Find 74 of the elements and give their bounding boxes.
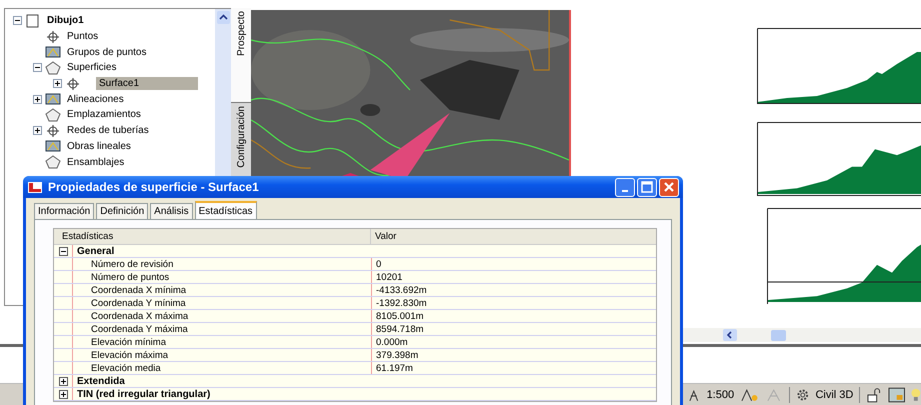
tree-item-icon <box>25 14 41 28</box>
tree-item[interactable]: Emplazamientos <box>64 108 144 122</box>
tree-item-icon <box>45 45 61 60</box>
expand-toggle[interactable] <box>53 79 62 88</box>
tree-item[interactable]: Dibujo1 <box>44 14 87 28</box>
tab[interactable]: Definición <box>96 203 148 219</box>
property-name: Número de revisión <box>90 258 174 270</box>
property-name: Elevación máxima <box>90 350 170 360</box>
minimize-icon <box>622 190 628 192</box>
property-name: Elevación media <box>90 362 162 374</box>
property-value: 8594.718m <box>371 323 656 335</box>
tree-item-icon <box>65 76 81 91</box>
tab[interactable]: Análisis <box>150 203 193 219</box>
group-toggle[interactable] <box>58 390 68 398</box>
close-icon <box>663 181 675 193</box>
scroll-thumb[interactable] <box>771 330 786 340</box>
tree-item-icon <box>45 60 61 75</box>
property-name: Número de puntos <box>90 272 170 282</box>
scrollbar[interactable] <box>683 328 921 342</box>
property-value: 0.000m <box>371 336 656 348</box>
close-button[interactable] <box>659 178 679 196</box>
group-label[interactable]: General <box>73 246 114 256</box>
expand-toggle[interactable] <box>33 94 42 104</box>
property-name: Coordenada X máxima <box>90 310 190 322</box>
expand-toggle[interactable] <box>33 126 42 136</box>
tree-item[interactable]: Surface1 <box>96 77 198 90</box>
property-name: Elevación mínima <box>90 336 167 348</box>
property-value: 10201 <box>371 271 656 283</box>
tree-item[interactable]: Puntos <box>64 30 102 44</box>
group-toggle[interactable] <box>58 246 68 256</box>
property-name: Coordenada Y máxima <box>90 324 189 334</box>
tree-item-icon <box>45 30 61 44</box>
lock-icon[interactable] <box>866 386 882 402</box>
expand-toggle[interactable] <box>33 63 42 72</box>
tree-item-icon <box>45 124 61 138</box>
tree-item[interactable]: Grupos de puntos <box>64 46 150 59</box>
bulb-icon[interactable] <box>911 386 921 402</box>
property-value: 379.398m <box>371 349 656 361</box>
annotation-scale[interactable]: 1:500 <box>706 388 734 400</box>
tree-item[interactable]: Alineaciones <box>64 92 127 106</box>
window-lock-icon[interactable] <box>888 386 906 402</box>
property-value: -1392.830m <box>371 297 656 309</box>
scroll-up-icon[interactable] <box>216 11 230 24</box>
property-value: 61.197m <box>371 362 656 374</box>
tree-item[interactable]: Obras lineales <box>64 140 134 153</box>
property-value: 0 <box>371 258 656 270</box>
tree-item[interactable]: Superficies <box>64 61 120 74</box>
tab[interactable]: Estadísticas <box>194 201 257 219</box>
column-header[interactable]: Valor <box>370 229 656 244</box>
annotation-icon[interactable] <box>740 386 760 402</box>
property-value: -4133.692m <box>371 284 656 296</box>
workspace-label[interactable]: Civil 3D <box>815 388 854 400</box>
expand-toggle[interactable] <box>13 16 22 26</box>
app-icon <box>27 180 43 194</box>
group-label[interactable]: Extendida <box>73 376 125 386</box>
tree-item-icon <box>45 155 61 170</box>
property-name: Coordenada X mínima <box>90 284 188 296</box>
column-header[interactable]: Estadísticas <box>54 231 370 242</box>
maximize-button[interactable] <box>637 178 657 196</box>
side-tab[interactable]: Prospecto <box>231 8 251 103</box>
property-name: Coordenada Y mínima <box>90 298 187 308</box>
gear-icon[interactable] <box>796 388 810 402</box>
tree-item-icon <box>45 108 61 122</box>
maximize-icon <box>641 181 653 193</box>
group-label[interactable]: TIN (red irregular triangular) <box>73 388 210 400</box>
tree-item[interactable]: Ensamblajes <box>64 156 128 169</box>
tree-item-icon <box>45 92 61 106</box>
tree-item[interactable]: Redes de tuberías <box>64 124 152 138</box>
tree-item-icon <box>45 139 61 154</box>
minimize-button[interactable] <box>615 178 635 196</box>
group-toggle[interactable] <box>58 376 68 386</box>
tab[interactable]: Información <box>34 203 94 219</box>
scroll-left-icon[interactable] <box>723 329 737 341</box>
property-value: 8105.001m <box>371 310 656 322</box>
